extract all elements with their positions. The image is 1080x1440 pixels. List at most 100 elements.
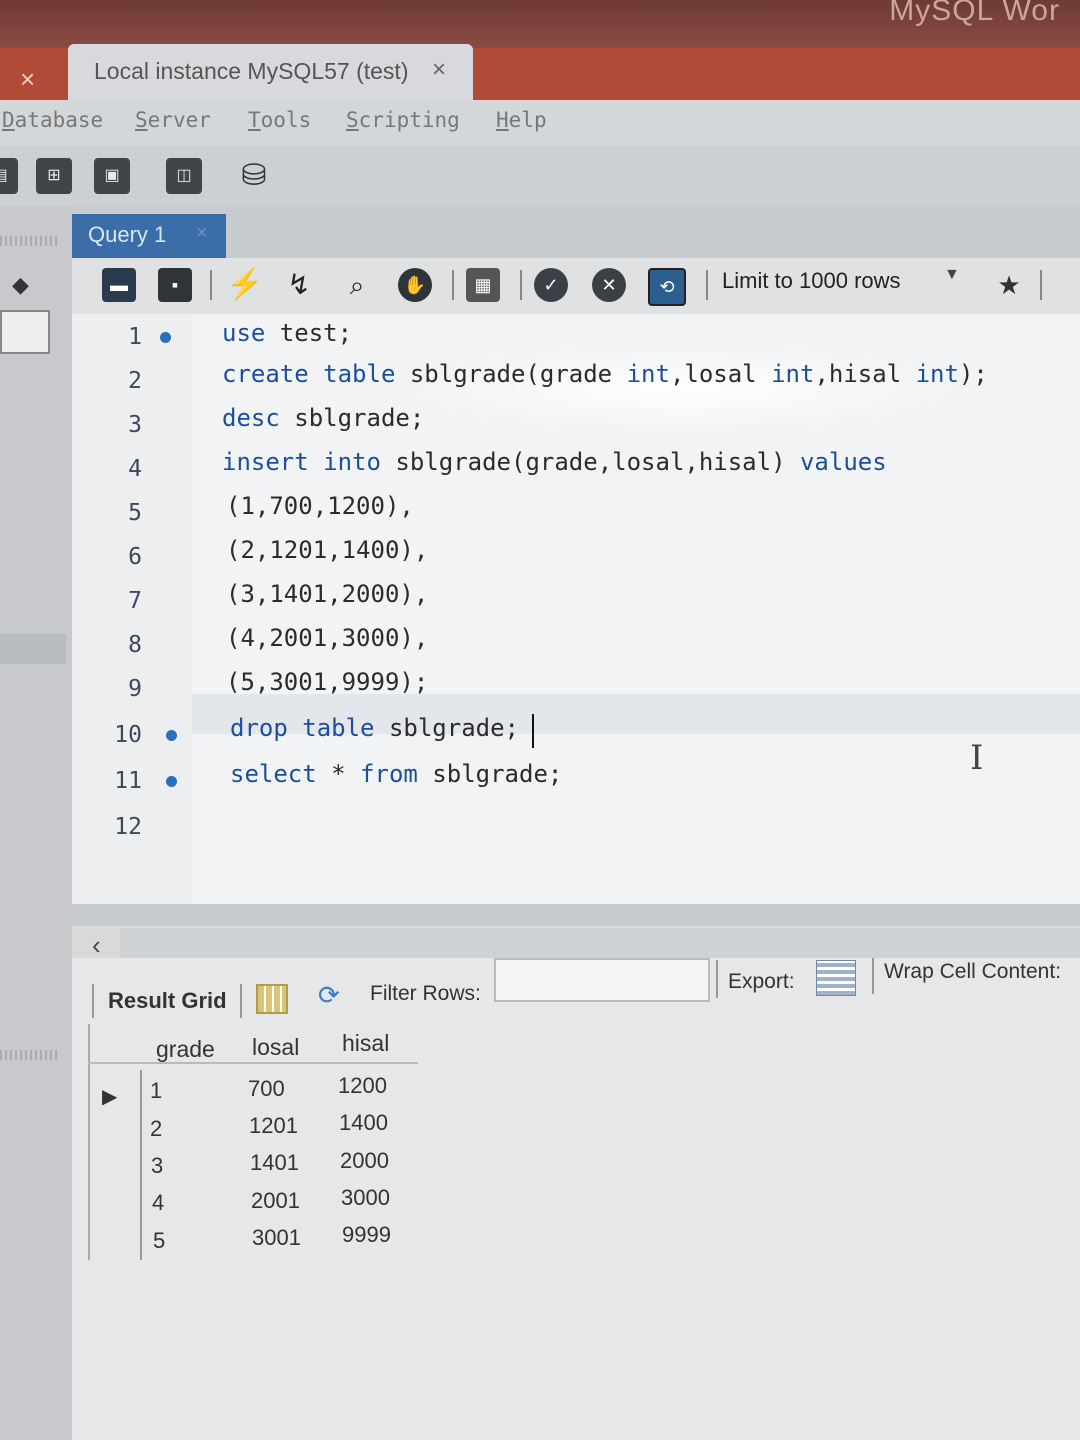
navigator-pane: ◆ — [0, 206, 72, 1440]
sql-editor[interactable]: 1 use test; 2 create table sblgrade(grad… — [72, 314, 1080, 904]
filter-rows-input[interactable] — [494, 958, 710, 1002]
menu-database[interactable]: Database — [2, 108, 103, 132]
line-number: 10 — [114, 722, 142, 748]
code-line[interactable]: select * from sblgrade; — [230, 760, 562, 788]
explain-magnifier-icon[interactable]: ⌕ — [340, 268, 374, 302]
stop-hand-icon[interactable]: ✋ — [398, 268, 432, 302]
code-line[interactable]: (1,700,1200), — [226, 492, 414, 520]
code-line[interactable]: desc sblgrade; — [222, 404, 424, 432]
pane-grip[interactable] — [0, 1050, 60, 1060]
query-toolbar: ▬ ▪ ⚡ ↯ ⌕ ✋ ▦ ✓ ✕ ⟲ ★ — [72, 258, 1080, 314]
table-cell[interactable]: 2000 — [340, 1148, 389, 1174]
toggle-output-icon[interactable]: ▦ — [466, 268, 500, 302]
editor-horizontal-scrollbar[interactable] — [72, 904, 1080, 926]
save-icon[interactable]: ▪ — [158, 268, 192, 302]
close-icon[interactable]: × — [432, 56, 446, 84]
line-number: 8 — [128, 632, 142, 658]
statement-marker-icon — [160, 332, 171, 343]
table-cell[interactable]: 1200 — [338, 1073, 387, 1099]
code-line[interactable]: insert into sblgrade(grade,losal,hisal) … — [222, 448, 887, 476]
code-line[interactable]: drop table sblgrade; — [230, 714, 519, 742]
chevron-down-icon[interactable]: ▼ — [944, 266, 960, 284]
code-line[interactable]: use test; — [222, 319, 352, 347]
table-cell[interactable]: 1401 — [250, 1150, 299, 1176]
toolbar-separator — [1040, 270, 1042, 300]
collapse-arrow-icon[interactable]: ◆ — [12, 272, 29, 298]
wrap-cell-content-label: Wrap Cell Content: — [884, 960, 1062, 983]
line-number: 2 — [128, 368, 142, 394]
table-cell[interactable]: 9999 — [342, 1222, 391, 1248]
code-line[interactable]: (3,1401,2000), — [226, 580, 428, 608]
toolbar-separator — [210, 270, 212, 300]
horizontal-scrollbar-track[interactable] — [120, 928, 1080, 958]
app-brand: MySQL Wor — [889, 0, 1060, 27]
toolbar-separator — [520, 270, 522, 300]
table-cell[interactable]: 3000 — [341, 1185, 390, 1211]
code-line[interactable]: (5,3001,9999); — [226, 668, 428, 696]
table-cell[interactable]: 2001 — [251, 1188, 300, 1214]
separator — [872, 958, 874, 994]
table-cell[interactable]: 5 — [153, 1228, 165, 1254]
keyword: use — [222, 319, 266, 347]
database-icon[interactable]: ⛁ — [236, 158, 272, 194]
tab-query-1[interactable]: Query 1 × — [72, 214, 226, 258]
code-line[interactable]: (2,1201,1400), — [226, 536, 428, 564]
current-line-highlight — [72, 694, 1080, 734]
ibeam-cursor-icon: I — [970, 738, 984, 778]
table-cell[interactable]: 2 — [150, 1116, 162, 1142]
code-line[interactable]: (4,2001,3000), — [226, 624, 428, 652]
column-header-losal[interactable]: losal — [252, 1034, 299, 1061]
table-cell[interactable]: 1201 — [249, 1113, 298, 1139]
close-icon[interactable]: × — [196, 222, 208, 245]
chevron-left-icon[interactable]: ‹ — [92, 930, 101, 961]
favorite-star-icon[interactable]: ★ — [992, 268, 1026, 302]
statement-marker-icon — [166, 730, 177, 741]
commit-check-icon[interactable]: ✓ — [534, 268, 568, 302]
connection-tab[interactable]: Local instance MySQL57 (test) × — [68, 44, 473, 100]
menu-tools[interactable]: Tools — [248, 108, 311, 132]
column-header-hisal[interactable]: hisal — [342, 1030, 389, 1057]
row-number-divider — [140, 1070, 142, 1260]
menu-scripting[interactable]: Scripting — [346, 108, 460, 132]
code-line[interactable]: create table sblgrade(grade int,losal in… — [222, 360, 988, 388]
current-row-arrow-icon: ▶ — [102, 1086, 118, 1108]
table-cell[interactable]: 3 — [151, 1153, 163, 1179]
open-sql-script-icon[interactable]: ⊞ — [36, 158, 72, 194]
table-cell[interactable]: 1 — [150, 1078, 162, 1104]
table-cell[interactable]: 1400 — [339, 1110, 388, 1136]
table-cell[interactable]: 700 — [248, 1076, 285, 1102]
result-grid-label[interactable]: Result Grid — [108, 988, 227, 1014]
separator — [716, 960, 718, 998]
query-tab-label: Query 1 — [88, 222, 167, 247]
export-icon[interactable] — [816, 960, 856, 996]
pane-grip[interactable] — [0, 236, 60, 246]
menu-server[interactable]: Server — [135, 108, 211, 132]
table-cell[interactable]: 3001 — [252, 1225, 301, 1251]
menu-help[interactable]: Help — [496, 108, 547, 132]
line-number: 1 — [128, 324, 142, 350]
column-header-grade[interactable]: grade — [156, 1036, 215, 1063]
export-label: Export: — [728, 970, 795, 993]
line-number: 12 — [114, 814, 142, 840]
toolbar-separator — [706, 270, 708, 300]
new-sql-tab-icon[interactable]: ▤ — [0, 158, 18, 194]
rollback-x-icon[interactable]: ✕ — [592, 268, 626, 302]
statement-marker-icon — [166, 776, 177, 787]
sql-file-icon[interactable]: ▣ — [94, 158, 130, 194]
navigator-box[interactable] — [0, 310, 50, 354]
line-number: 9 — [128, 676, 142, 702]
execute-current-icon[interactable]: ↯ — [282, 268, 316, 302]
main-toolbar: ▤ ⊞ ▣ ◫ ⛁ — [0, 146, 1080, 207]
line-number: 3 — [128, 412, 142, 438]
table-cell[interactable]: 4 — [152, 1190, 164, 1216]
close-icon[interactable]: × — [20, 64, 35, 95]
autocommit-toggle-icon[interactable]: ⟲ — [648, 268, 686, 306]
separator — [92, 984, 94, 1018]
limit-rows-select[interactable]: Limit to 1000 rows — [722, 268, 901, 294]
inspector-icon[interactable]: ◫ — [166, 158, 202, 194]
refresh-icon[interactable]: ⟳ — [318, 980, 340, 1011]
execute-lightning-icon[interactable]: ⚡ — [226, 268, 263, 302]
grid-view-icon[interactable] — [256, 984, 288, 1014]
folder-icon[interactable]: ▬ — [102, 268, 136, 302]
menu-bar: Database Server Tools Scripting Help — [0, 100, 1080, 146]
